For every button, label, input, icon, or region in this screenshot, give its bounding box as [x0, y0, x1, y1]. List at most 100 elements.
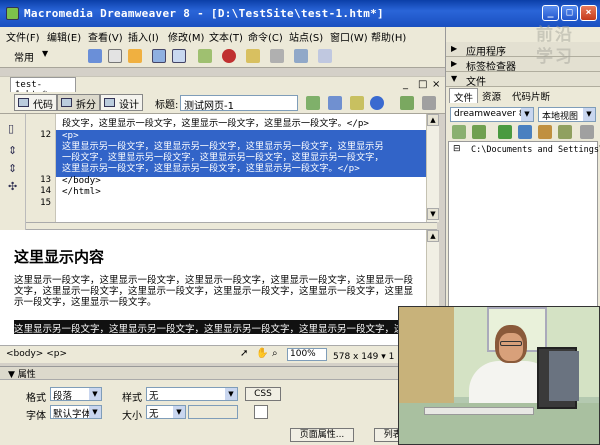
- chevron-down-icon[interactable]: ▼: [42, 49, 48, 58]
- site-value: dreamweaver 8: [454, 109, 525, 119]
- menu-insert[interactable]: 插入(I): [128, 29, 159, 44]
- doc-minimize-button[interactable]: _: [403, 79, 408, 90]
- put-files-icon[interactable]: [518, 125, 532, 139]
- code-editor[interactable]: 12 13 14 15 段文字，这里显示一段文字，这里显示一段文字，这里显示一段…: [26, 114, 426, 222]
- code-view-label: 代码: [33, 100, 53, 111]
- hyperlink-icon[interactable]: [88, 49, 102, 63]
- preview-browser-icon[interactable]: [328, 96, 342, 110]
- size-select[interactable]: 无 ▼: [146, 405, 186, 420]
- comment-icon[interactable]: [270, 49, 284, 63]
- view-value: 本地视图: [542, 112, 579, 122]
- menu-commands[interactable]: 命令(C): [248, 29, 283, 44]
- menu-help[interactable]: 帮助(H): [371, 29, 406, 44]
- line-number: 12: [40, 130, 51, 140]
- image-icon[interactable]: [198, 49, 212, 63]
- get-files-icon[interactable]: [498, 125, 512, 139]
- document-tab[interactable]: test-1.htm*: [10, 77, 76, 100]
- maximize-button[interactable]: □: [561, 5, 578, 21]
- check-out-icon[interactable]: [538, 125, 552, 139]
- line-number-gutter: 12 13 14 15: [26, 114, 56, 222]
- hand-tool-icon[interactable]: ✋: [256, 348, 268, 359]
- split-view-button[interactable]: 拆分: [57, 94, 100, 111]
- named-anchor-icon[interactable]: [128, 49, 142, 63]
- menu-site[interactable]: 站点(S): [289, 29, 323, 44]
- title-bar: Macromedia Dreamweaver 8 - [D:\TestSite\…: [0, 0, 600, 27]
- scroll-up-icon[interactable]: ▲: [427, 114, 439, 126]
- design-view[interactable]: 这里显示内容 这里显示一段文字，这里显示一段文字，这里显示一段文字，这里显示一段…: [0, 230, 437, 345]
- check-in-icon[interactable]: [558, 125, 572, 139]
- dreamweaver-window: Macromedia Dreamweaver 8 - [D:\TestSite\…: [0, 0, 600, 445]
- panel-files[interactable]: ▼ 文件: [446, 72, 600, 88]
- split-divider[interactable]: [26, 222, 437, 230]
- scroll-up-icon[interactable]: ▲: [427, 230, 439, 242]
- zoom-select[interactable]: 100%: [287, 348, 327, 361]
- connect-icon[interactable]: [452, 125, 466, 139]
- menu-view[interactable]: 查看(V): [88, 29, 123, 44]
- close-button[interactable]: ×: [580, 5, 597, 21]
- site-select[interactable]: dreamweaver 8 ▼: [450, 107, 534, 122]
- select-tool-icon[interactable]: ➚: [240, 348, 248, 359]
- design-paragraph: 这里显示一段文字，这里显示一段文字，这里显示一段文字，这里显示一段文字，这里显示…: [14, 275, 414, 308]
- files-tabs: 文件 资源 代码片断: [446, 88, 600, 104]
- code-line: 这里显示另一段文字，这里显示另一段文字，这里显示另一段文字。</p>: [62, 163, 360, 174]
- template-icon[interactable]: [294, 49, 308, 63]
- view-select[interactable]: 本地视图 ▼: [538, 107, 596, 122]
- date-icon[interactable]: [246, 49, 260, 63]
- minimize-button[interactable]: _: [542, 5, 559, 21]
- page-properties-button[interactable]: 页面属性...: [290, 428, 354, 442]
- insert-category-select[interactable]: 常用: [14, 49, 34, 64]
- doc-close-button[interactable]: ×: [432, 79, 440, 90]
- collapse-tag-icon[interactable]: ⇕: [8, 144, 17, 157]
- code-view-button[interactable]: 代码: [14, 94, 57, 111]
- scroll-down-icon[interactable]: ▼: [427, 208, 439, 220]
- watermark-logo: 前沿 学习: [536, 25, 574, 67]
- design-selected-paragraph: 这里显示另一段文字，这里显示另一段文字，这里显示另一段文字，这里显示另一段文字，…: [14, 320, 434, 334]
- code-line: 一段文字，这里显示另一段文字，这里显示另一段文字，这里显示另一段文字，: [62, 152, 384, 163]
- menu-edit[interactable]: 编辑(E): [47, 29, 81, 44]
- code-line: <p>: [62, 130, 79, 141]
- menu-window[interactable]: 窗口(W): [330, 29, 368, 44]
- panel-tag-inspector-title: 标签检查器: [466, 62, 516, 73]
- tag-chooser-icon[interactable]: [318, 49, 332, 63]
- media-icon[interactable]: [222, 49, 236, 63]
- check-page-icon[interactable]: [350, 96, 364, 110]
- font-value: 默认字体: [53, 409, 92, 420]
- expand-all-icon[interactable]: ✣: [8, 180, 17, 193]
- font-select[interactable]: 默认字体 ▼: [50, 405, 102, 420]
- file-management-icon[interactable]: [306, 96, 320, 110]
- refresh-icon[interactable]: [472, 125, 486, 139]
- design-view-button[interactable]: 设计: [100, 94, 143, 111]
- format-select[interactable]: 段落 ▼: [50, 387, 102, 402]
- email-link-icon[interactable]: [108, 49, 122, 63]
- tab-assets[interactable]: 资源: [478, 88, 505, 103]
- layer-icon[interactable]: [172, 49, 186, 63]
- css-button[interactable]: CSS: [245, 387, 281, 401]
- video-person-glasses: [500, 341, 522, 346]
- menu-text[interactable]: 文本(T): [209, 29, 243, 44]
- tab-files[interactable]: 文件: [449, 88, 479, 104]
- refresh-icon[interactable]: [400, 96, 414, 110]
- size-label: 大小: [122, 411, 142, 422]
- properties-header[interactable]: ▼ 属性: [0, 367, 445, 380]
- doc-restore-button[interactable]: □: [418, 79, 427, 90]
- page-title-input[interactable]: 测试网页-1: [180, 95, 298, 112]
- tag-selector[interactable]: <body> <p>: [6, 349, 67, 359]
- chevron-down-icon: ▼: [583, 108, 595, 121]
- style-select[interactable]: 无 ▼: [146, 387, 238, 402]
- zoom-tool-icon[interactable]: ⌕: [272, 348, 278, 359]
- text-color-swatch[interactable]: [254, 405, 268, 419]
- tab-snippets[interactable]: 代码片断: [508, 88, 554, 103]
- view-options-icon[interactable]: [422, 96, 436, 110]
- design-view-label: 设计: [119, 100, 139, 111]
- globe-icon[interactable]: [370, 96, 384, 110]
- code-scrollbar[interactable]: ▲ ▼: [426, 114, 439, 222]
- properties-panel: ▼ 属性 格式 段落 ▼ 样式 无 ▼ CSS 字体 默认字体 ▼ 大小 无 ▼…: [0, 366, 445, 445]
- menu-file[interactable]: 文件(F): [6, 29, 40, 44]
- open-documents-icon[interactable]: ▯: [8, 122, 14, 135]
- expand-folder-icon[interactable]: ⊟: [453, 144, 461, 154]
- collapse-selection-icon[interactable]: ⇕: [8, 162, 17, 175]
- menu-modify[interactable]: 修改(M): [168, 29, 204, 44]
- table-icon[interactable]: [152, 49, 166, 63]
- site-root-path[interactable]: C:\Documents and Settings\new\: [471, 145, 600, 155]
- expand-panel-icon[interactable]: [580, 125, 594, 139]
